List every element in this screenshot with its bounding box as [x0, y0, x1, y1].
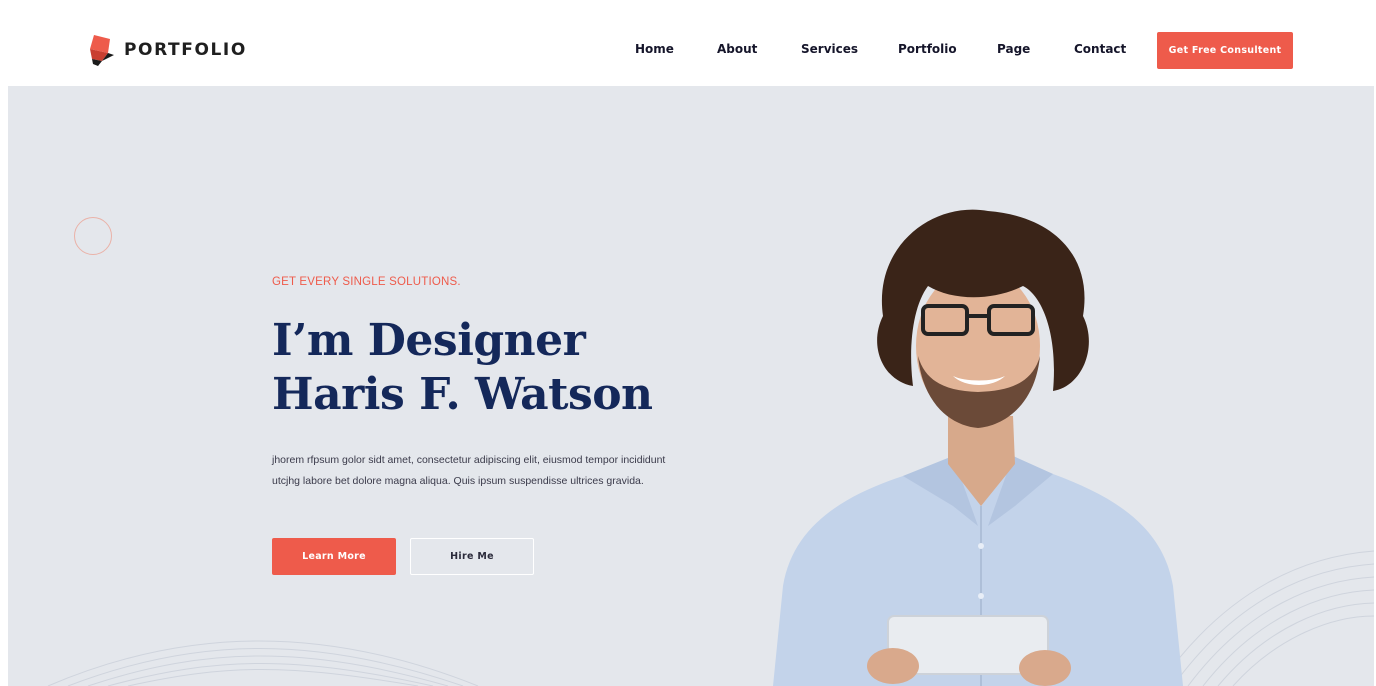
- hire-me-button[interactable]: Hire Me: [410, 538, 534, 575]
- hero-title-line-2: Haris F. Watson: [272, 369, 653, 420]
- nav-item-services[interactable]: Services: [801, 42, 858, 56]
- decorative-circle: [74, 217, 112, 255]
- person-photo: [773, 209, 1183, 686]
- nav-item-page[interactable]: Page: [997, 42, 1030, 56]
- site-header: PORTFOLIO Home About Services Portfolio …: [8, 14, 1374, 86]
- nav-item-about[interactable]: About: [717, 42, 757, 56]
- learn-more-button[interactable]: Learn More: [272, 538, 396, 575]
- nav-item-home[interactable]: Home: [635, 42, 674, 56]
- logo-text: PORTFOLIO: [124, 40, 247, 60]
- hero-section: GET EVERY SINGLE SOLUTIONS. I’m Designer…: [8, 86, 1374, 686]
- hero-title-line-1: I’m Designer: [272, 315, 586, 366]
- nav-item-portfolio[interactable]: Portfolio: [898, 42, 957, 56]
- hero-eyebrow: GET EVERY SINGLE SOLUTIONS.: [272, 276, 461, 288]
- hero-title: I’m Designer Haris F. Watson: [272, 314, 653, 422]
- nav-item-contact[interactable]: Contact: [1074, 42, 1126, 56]
- logo[interactable]: PORTFOLIO: [88, 33, 247, 67]
- hero-description: jhorem rfpsum golor sidt amet, consectet…: [272, 454, 666, 487]
- top-strip: [0, 0, 1376, 14]
- get-consultent-button[interactable]: Get Free Consultent: [1157, 32, 1293, 69]
- logo-icon: [90, 35, 114, 66]
